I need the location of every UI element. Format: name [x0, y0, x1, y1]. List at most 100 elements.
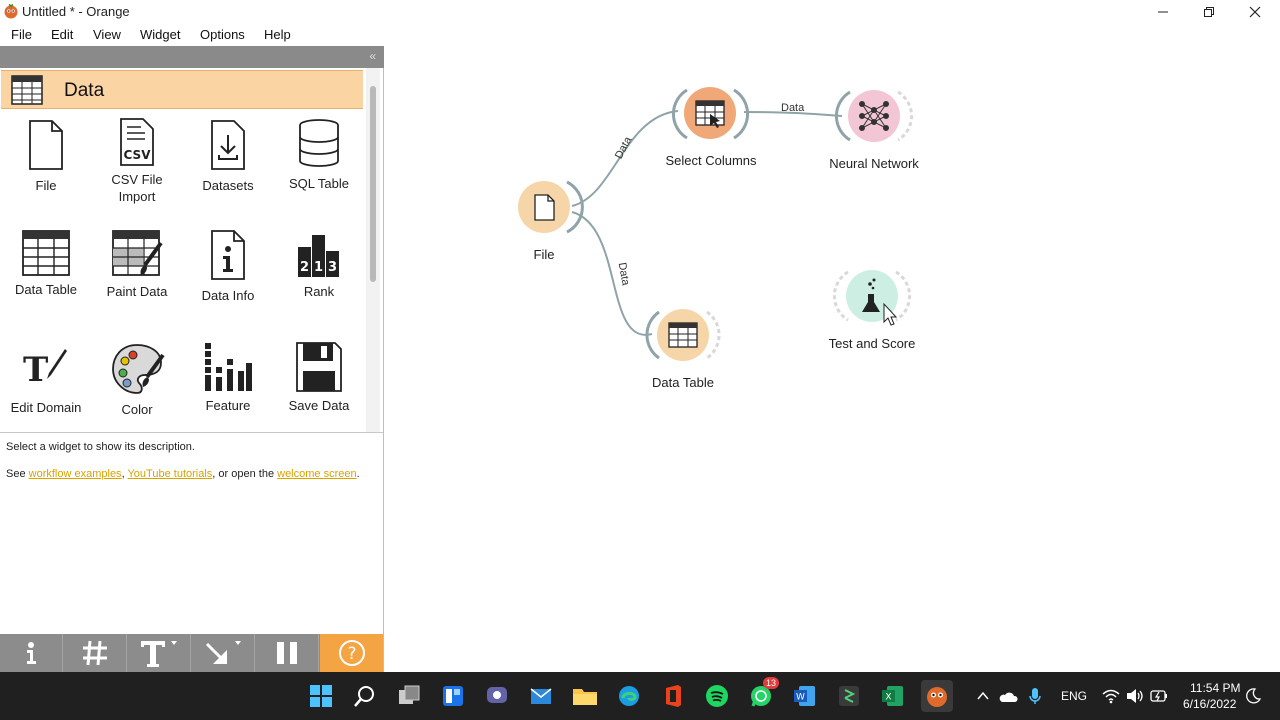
minimize-icon: [1158, 11, 1168, 13]
datasets-icon: [211, 120, 245, 170]
node-label-file: File: [533, 247, 555, 262]
widget-csv-file-import[interactable]: CSV CSV File Import: [92, 111, 182, 223]
node-test-and-score[interactable]: [832, 270, 912, 326]
paint-data-icon: [112, 230, 163, 276]
widget-feature[interactable]: Feature: [183, 335, 273, 431]
widget-data-info[interactable]: Data Info: [183, 223, 273, 335]
onedrive-icon[interactable]: [998, 688, 1018, 704]
palette-icon: [112, 344, 165, 394]
clock-time[interactable]: 11:54 PM: [1190, 681, 1240, 695]
mail-button[interactable]: [525, 680, 557, 712]
menu-options[interactable]: Options: [200, 27, 245, 42]
info-button[interactable]: [0, 634, 63, 672]
toolbox-scroll-thumb[interactable]: [370, 86, 376, 282]
workflow-links: [518, 87, 914, 361]
clock-date[interactable]: 6/16/2022: [1183, 697, 1236, 711]
word-button[interactable]: W: [789, 680, 821, 712]
widget-edit-domain[interactable]: T Edit Domain: [1, 335, 91, 431]
microphone-icon[interactable]: [1028, 687, 1042, 705]
svg-text:3: 3: [328, 260, 337, 275]
workflow-examples-link[interactable]: workflow examples: [29, 468, 122, 480]
close-button[interactable]: [1232, 0, 1278, 24]
excel-icon: X: [882, 686, 903, 706]
welcome-screen-link[interactable]: welcome screen: [277, 468, 356, 480]
grid-icon: [83, 640, 107, 666]
link-file-table[interactable]: [571, 211, 653, 336]
widget-save-data[interactable]: Save Data: [274, 335, 363, 431]
widgets-button[interactable]: [437, 680, 469, 712]
svg-text:X: X: [885, 693, 891, 703]
excel-button[interactable]: X: [877, 680, 909, 712]
youtube-tutorials-link[interactable]: YouTube tutorials: [127, 468, 212, 480]
widget-sql-table[interactable]: SQL Table: [274, 111, 363, 223]
svg-text:T: T: [23, 350, 48, 390]
feature-icon: [205, 343, 252, 391]
menu-help[interactable]: Help: [264, 27, 291, 42]
table-icon: [668, 322, 698, 348]
task-view-button[interactable]: [393, 680, 425, 712]
file-explorer-button[interactable]: [569, 680, 601, 712]
node-data-table[interactable]: [645, 309, 721, 361]
start-button[interactable]: [305, 680, 337, 712]
office-button[interactable]: [657, 680, 689, 712]
node-file[interactable]: [518, 180, 584, 234]
link-label-select-nn: Data: [781, 102, 805, 114]
menu-edit[interactable]: Edit: [51, 27, 73, 42]
mail-icon: [530, 688, 552, 704]
node-select-columns[interactable]: [671, 87, 750, 140]
widget-datasets[interactable]: Datasets: [183, 111, 273, 223]
spotify-button[interactable]: [701, 680, 733, 712]
node-label-neural-network: Neural Network: [829, 156, 919, 171]
arrow-icon: [205, 641, 241, 664]
svg-text:2: 2: [300, 260, 309, 275]
battery-icon[interactable]: [1150, 689, 1168, 703]
sublime-button[interactable]: [833, 680, 865, 712]
menu-widget[interactable]: Widget: [140, 27, 180, 42]
windows-start-icon: [310, 685, 332, 707]
node-label-test-and-score: Test and Score: [828, 336, 916, 351]
edit-domain-icon: T: [23, 349, 67, 390]
wifi-icon[interactable]: [1102, 688, 1120, 704]
title-bar: Untitled * - Orange: [0, 0, 1280, 24]
menu-file[interactable]: File: [11, 27, 32, 42]
category-header-data[interactable]: Data: [1, 70, 363, 109]
node-neural-network[interactable]: [834, 90, 914, 142]
svg-text:?: ?: [347, 644, 356, 664]
collapse-dock-button[interactable]: «: [369, 49, 376, 63]
orange-app-icon: [927, 687, 947, 707]
workflow-canvas[interactable]: Data Data Data File Select Columns Neura…: [384, 46, 1280, 672]
orange-taskbar-button[interactable]: [921, 680, 953, 712]
widget-rank[interactable]: 2 1 3 Rank: [274, 223, 363, 335]
widget-paint-data[interactable]: Paint Data: [92, 223, 182, 335]
menu-view[interactable]: View: [93, 27, 121, 42]
language-indicator[interactable]: ENG: [1061, 689, 1087, 703]
spotify-icon: [706, 685, 728, 707]
whatsapp-badge: 13: [763, 677, 780, 689]
pause-button[interactable]: [256, 634, 319, 672]
whatsapp-button[interactable]: 13: [745, 677, 780, 712]
restore-icon: [1204, 7, 1214, 17]
code-editor-icon: [839, 686, 859, 706]
search-button[interactable]: [349, 680, 381, 712]
arrow-annotation-button[interactable]: [192, 634, 255, 672]
minimize-button[interactable]: [1140, 0, 1186, 24]
menu-bar: File Edit View Widget Options Help: [0, 24, 1280, 46]
question-icon: ?: [338, 640, 365, 666]
grid-button[interactable]: [64, 634, 127, 672]
text-annotation-button[interactable]: [128, 634, 191, 672]
restore-button[interactable]: [1186, 0, 1232, 24]
database-icon: [299, 119, 339, 167]
edge-button[interactable]: [613, 680, 645, 712]
widgets-icon: [443, 686, 463, 706]
notifications-moon-icon[interactable]: [1245, 688, 1261, 704]
widget-label: Edit Domain: [10, 400, 82, 415]
widget-file[interactable]: File: [1, 111, 91, 223]
teams-chat-button[interactable]: [481, 680, 513, 712]
volume-icon[interactable]: [1126, 688, 1144, 704]
widget-color[interactable]: Color: [92, 335, 182, 431]
chevron-up-icon[interactable]: [976, 689, 990, 703]
widget-data-table[interactable]: Data Table: [1, 223, 91, 335]
widget-label: Save Data: [288, 398, 350, 413]
help-button[interactable]: ?: [320, 634, 383, 672]
widget-description-pane: Select a widget to show its description.…: [0, 432, 383, 634]
